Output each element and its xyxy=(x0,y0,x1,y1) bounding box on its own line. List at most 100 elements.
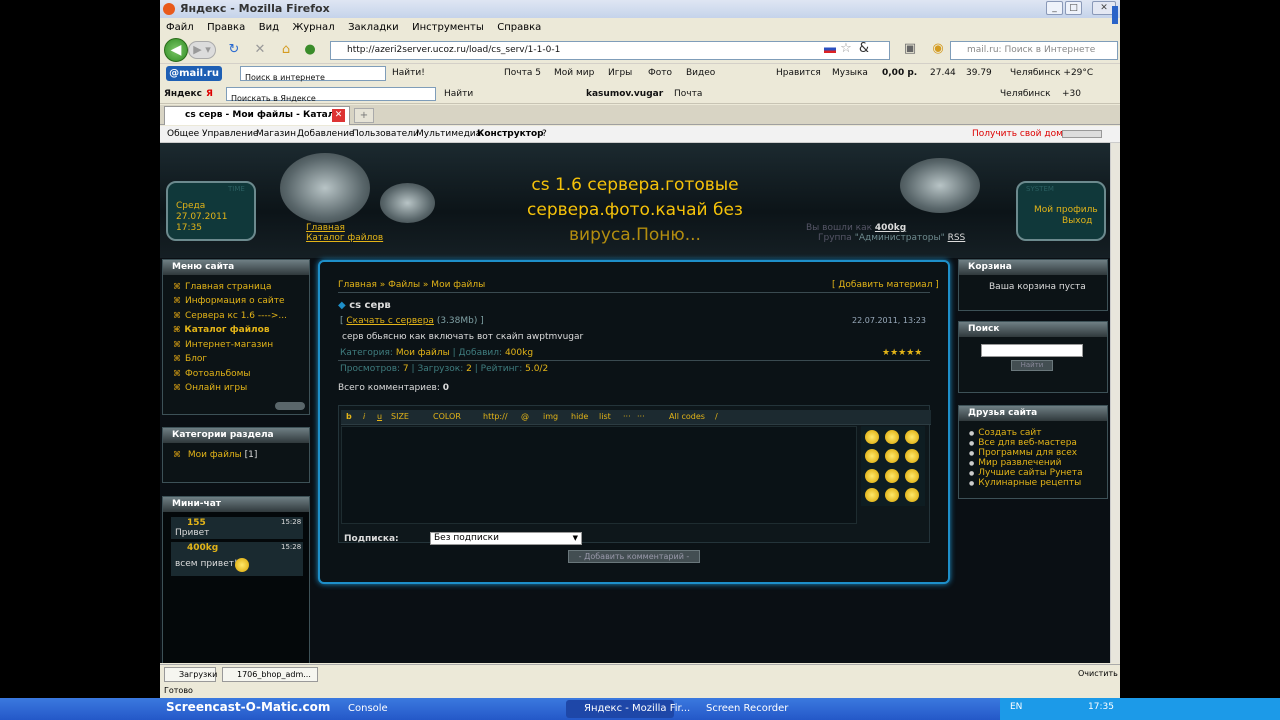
smiley-icon[interactable] xyxy=(885,488,899,502)
ucoz-shop[interactable]: Магазин xyxy=(256,129,296,139)
home-icon[interactable]: ⌂ xyxy=(278,42,294,58)
yandex-search-input[interactable]: Поискать в Яндексе xyxy=(226,87,436,103)
smiley-icon[interactable] xyxy=(905,430,919,444)
smiley-icon[interactable] xyxy=(865,449,879,463)
menu-item-info[interactable]: Информация о сайте xyxy=(173,296,285,306)
url-bar[interactable]: http://azeri2server.ucoz.ru/load/cs_serv… xyxy=(330,41,890,60)
smiley-icon[interactable] xyxy=(885,449,899,463)
header-catalog-link[interactable]: Каталог файлов xyxy=(306,233,383,243)
menu-help[interactable]: Справка xyxy=(497,19,541,36)
mailru-mail[interactable]: Почта 5 xyxy=(504,68,541,78)
logout-link[interactable]: Выход xyxy=(1062,216,1092,226)
underline-button[interactable]: u xyxy=(377,412,382,421)
smiley-icon[interactable] xyxy=(905,449,919,463)
size-button[interactable]: SIZE xyxy=(391,412,409,421)
smiley-icon[interactable] xyxy=(885,430,899,444)
email-button[interactable]: @ xyxy=(521,412,529,421)
smiley-icon[interactable] xyxy=(865,488,879,502)
code-button[interactable]: ··· xyxy=(637,412,645,421)
logged-username[interactable]: 400kg xyxy=(875,223,906,233)
ucoz-add[interactable]: Добавление xyxy=(297,129,354,139)
quote-button[interactable]: ··· xyxy=(623,412,631,421)
back-button[interactable]: ◀ xyxy=(164,38,188,62)
new-tab-button[interactable]: + xyxy=(354,108,374,123)
yandex-city[interactable]: Челябинск xyxy=(1000,89,1051,99)
img-button[interactable]: img xyxy=(543,412,558,421)
smiley-icon[interactable] xyxy=(865,469,879,483)
site-search-input[interactable] xyxy=(981,344,1083,357)
web-search-input[interactable]: mail.ru: Поиск в Интернете xyxy=(950,41,1118,60)
rss-link[interactable]: RSS xyxy=(948,233,966,243)
clear-downloads[interactable]: Очистить xyxy=(1078,669,1118,678)
friend-link[interactable]: Кулинарные рецепты xyxy=(969,478,1081,488)
added-by-link[interactable]: 400kg xyxy=(505,348,533,358)
yandex-find-button[interactable]: Найти xyxy=(444,89,473,99)
taskbar-item-console[interactable]: Console xyxy=(330,700,530,718)
mailru-like[interactable]: Нравится xyxy=(776,68,821,78)
smiley-icon[interactable] xyxy=(885,469,899,483)
menu-file[interactable]: Файл xyxy=(166,19,194,36)
add-material-link[interactable]: [ Добавить материал ] xyxy=(832,280,939,290)
download-link[interactable]: Скачать с сервера xyxy=(346,316,434,326)
menu-tools[interactable]: Инструменты xyxy=(412,19,484,36)
smiley-icon[interactable] xyxy=(905,488,919,502)
menu-item-catalog[interactable]: Каталог файлов xyxy=(173,325,269,335)
header-home-link[interactable]: Главная xyxy=(306,223,345,233)
submit-comment-button[interactable]: - Добавить комментарий - xyxy=(568,550,700,563)
ucoz-help[interactable]: ? xyxy=(542,129,547,139)
comment-textarea[interactable] xyxy=(341,426,857,524)
lang-indicator[interactable]: EN xyxy=(1010,702,1022,712)
close-tags-button[interactable]: / xyxy=(715,412,718,421)
screen-icon[interactable]: ▣ xyxy=(902,41,918,57)
mailru-logo[interactable]: @mail.ru xyxy=(166,66,222,81)
category-my-files[interactable]: Мои файлы [1] xyxy=(173,450,258,460)
stop-icon[interactable]: ✕ xyxy=(252,42,268,58)
hide-button[interactable]: hide xyxy=(571,412,588,421)
ucoz-constructor[interactable]: Конструктор xyxy=(477,129,544,139)
yandex-logo[interactable]: Яндекс xyxy=(164,89,202,99)
friend-link[interactable]: Создать сайт xyxy=(969,428,1041,438)
profile-link[interactable]: Мой профиль xyxy=(1034,205,1098,215)
ucoz-users[interactable]: Пользователи xyxy=(352,129,419,139)
menu-item-albums[interactable]: Фотоальбомы xyxy=(173,369,251,379)
category-link[interactable]: Мои файлы xyxy=(396,348,450,358)
download-item[interactable]: 1706_bhop_adm... xyxy=(222,667,318,682)
ucoz-manage[interactable]: Управление xyxy=(202,129,258,139)
friend-link[interactable]: Программы для всех xyxy=(969,448,1077,458)
addon-icon[interactable]: ● xyxy=(302,42,318,58)
star-icon[interactable]: ☆ xyxy=(838,41,854,57)
menu-edit[interactable]: Правка xyxy=(207,19,245,36)
site-search-button[interactable]: Найти xyxy=(1011,360,1053,371)
downloads-button[interactable]: Загрузки xyxy=(164,667,217,682)
all-codes-button[interactable]: All codes xyxy=(669,412,705,421)
friend-link[interactable]: Мир развлечений xyxy=(969,458,1061,468)
tab-active[interactable]: cs серв - Мои файлы - Каталог ... xyxy=(164,106,350,137)
menu-item-games[interactable]: Онлайн игры xyxy=(173,383,247,393)
chat-user[interactable]: 155 xyxy=(187,518,206,528)
ampersand-icon[interactable]: & xyxy=(856,41,872,57)
tab-close-icon[interactable]: ✕ xyxy=(332,109,345,122)
mailru-balance[interactable]: 0,00 р. xyxy=(882,68,917,78)
reload-icon[interactable]: ↻ xyxy=(226,42,242,58)
mailru-video[interactable]: Видео xyxy=(686,68,715,78)
ucoz-get-domain[interactable]: Получить свой домен xyxy=(972,129,1074,139)
menu-bookmarks[interactable]: Закладки xyxy=(348,19,399,36)
mailru-photo[interactable]: Фото xyxy=(648,68,672,78)
mailru-music[interactable]: Музыка xyxy=(832,68,868,78)
menu-item-home[interactable]: Главная страница xyxy=(173,282,272,292)
friend-link[interactable]: Лучшие сайты Рунета xyxy=(969,468,1082,478)
smiley-icon[interactable] xyxy=(905,469,919,483)
chat-user[interactable]: 400kg xyxy=(187,543,218,553)
weather[interactable]: Челябинск +29°C xyxy=(1010,68,1093,78)
list-button[interactable]: list xyxy=(599,412,611,421)
menu-item-shop[interactable]: Интернет-магазин xyxy=(173,340,273,350)
smiley-icon[interactable] xyxy=(865,430,879,444)
page-scrollbar[interactable] xyxy=(1110,143,1120,663)
search-engine-icon[interactable]: ◉ xyxy=(930,41,946,57)
url-button[interactable]: http:// xyxy=(483,412,508,421)
menu-item-blog[interactable]: Блог xyxy=(173,354,207,364)
breadcrumb[interactable]: Главная » Файлы » Мои файлы xyxy=(338,280,485,290)
taskbar-item-recorder[interactable]: Screen Recorder xyxy=(688,700,838,718)
ucoz-multimedia[interactable]: Мультимедиа xyxy=(416,129,481,139)
rating-stars[interactable]: ★★★★★ xyxy=(882,348,922,358)
